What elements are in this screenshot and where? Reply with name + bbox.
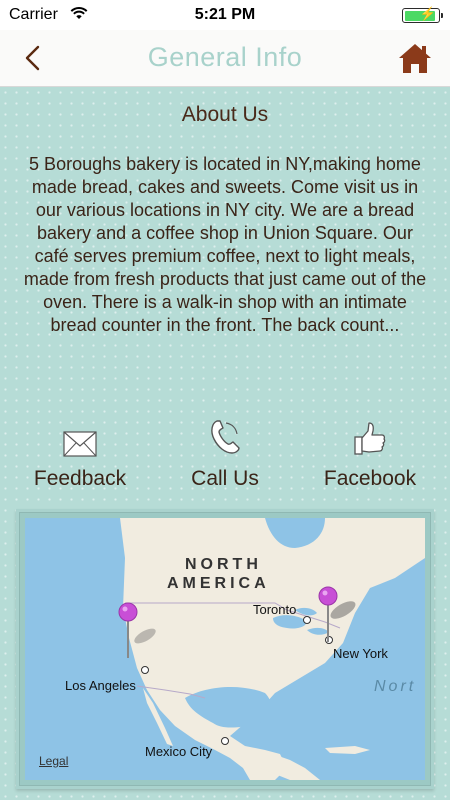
about-description: 5 Boroughs bakery is located in NY,makin… — [23, 154, 427, 335]
facebook-label: Facebook — [323, 467, 417, 490]
city-marker — [303, 616, 311, 624]
city-label-los-angeles: Los Angeles — [65, 678, 136, 693]
map-legal-link[interactable]: Legal — [39, 754, 68, 768]
about-heading: About Us — [181, 103, 269, 126]
feedback-button[interactable]: Feedback — [10, 417, 150, 491]
call-us-label: Call Us — [191, 467, 259, 490]
city-label-new-york: New York — [333, 646, 388, 661]
map-frame: NORTH AMERICA Nort Toronto New York Los … — [16, 509, 434, 789]
charging-bolt-icon: ⚡ — [419, 6, 436, 21]
navigation-bar: General Info — [0, 30, 450, 87]
map-ocean-label: Nort — [374, 678, 417, 695]
call-us-button[interactable]: Call Us — [155, 417, 295, 491]
envelope-icon — [10, 417, 150, 457]
city-marker — [221, 737, 229, 745]
facebook-button[interactable]: Facebook — [300, 417, 440, 491]
status-bar: Carrier 5:21 PM ⚡ — [0, 0, 450, 30]
home-icon[interactable] — [398, 42, 432, 74]
phone-icon — [155, 417, 295, 457]
map-region-label: NORTH — [185, 556, 262, 573]
feedback-label: Feedback — [33, 467, 127, 490]
clock: 5:21 PM — [194, 6, 256, 23]
city-label-mexico-city: Mexico City — [145, 744, 213, 759]
city-marker — [141, 666, 149, 674]
location-map[interactable]: NORTH AMERICA Nort Toronto New York Los … — [25, 518, 425, 780]
thumbs-up-icon — [300, 417, 440, 457]
content-area: About Us 5 Boroughs bakery is located in… — [0, 87, 450, 800]
page-title: General Info — [147, 42, 303, 72]
city-label-toronto: Toronto — [253, 602, 297, 617]
map-region-label: AMERICA — [167, 575, 270, 592]
